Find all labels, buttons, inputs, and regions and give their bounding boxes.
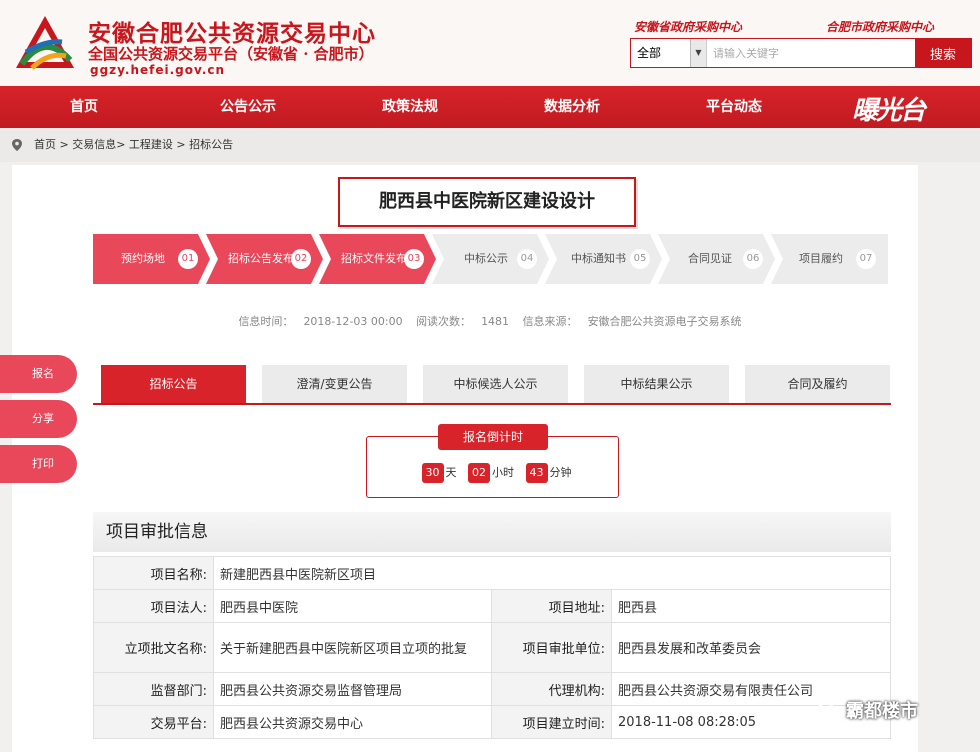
step-item: 中标公示 04 [432,234,549,284]
step-item: 合同见证 06 [658,234,775,284]
main-nav: 首页 公告公示 政策法规 数据分析 平台动态 曝光台 [0,86,980,128]
approval-doc-value: 关于新建肥西县中医院新区项目立项的批复 [213,622,492,673]
site-header: 安徽合肥公共资源交易中心 全国公共资源交易平台（安徽省 · 合肥市） ggzy.… [0,0,980,86]
table-row: 立项批文名称: 关于新建肥西县中医院新区项目立项的批复 项目审批单位: 肥西县发… [93,622,891,673]
step-number: 07 [856,249,876,269]
approval-unit-label: 项目审批单位: [491,622,612,673]
supervisor-value: 肥西县公共资源交易监督管理局 [213,672,492,706]
meta-source-value: 安徽合肥公共资源电子交易系统 [587,315,742,328]
search-category-value: 全部 [637,46,662,60]
step-number: 06 [743,249,763,269]
step-item: 招标文件发布 03 [319,234,436,284]
approval-unit-value: 肥西县发展和改革委员会 [611,622,891,673]
address-label: 项目地址: [491,589,612,623]
step-label: 预约场地 [121,252,165,265]
nav-item-exposure[interactable]: 曝光台 [852,90,926,127]
breadcrumb: 首页 > 交易信息> 工程建设 > 招标公告 [0,128,980,162]
step-item: 项目履约 07 [771,234,888,284]
site-url: ggzy.hefei.gov.cn [90,63,226,77]
nav-item-announcements[interactable]: 公告公示 [188,86,308,128]
meta-time-label: 信息时间： [238,315,294,328]
site-logo-icon[interactable] [12,12,78,74]
search-bar: 全部 ▼ 搜索 [630,38,972,68]
step-number: 03 [404,249,424,269]
nav-item-platform-news[interactable]: 平台动态 [674,86,794,128]
step-label: 项目履约 [799,252,843,265]
nav-item-data-analysis[interactable]: 数据分析 [512,86,632,128]
countdown-minutes: 43 [525,463,548,483]
table-row: 监督部门: 肥西县公共资源交易监督管理局 代理机构: 肥西县公共资源交易有限责任… [93,672,891,706]
table-row: 项目名称: 新建肥西县中医院新区项目 [93,556,891,590]
wechat-icon [816,703,841,721]
address-value: 肥西县 [611,589,891,623]
tab-results[interactable]: 中标结果公示 [584,365,729,403]
platform-value: 肥西县公共资源交易中心 [213,705,492,739]
step-label: 中标公示 [464,252,508,265]
table-row: 交易平台: 肥西县公共资源交易中心 项目建立时间: 2018-11-08 08:… [93,705,891,739]
register-button[interactable]: 报名 [0,355,77,393]
legal-person-label: 项目法人: [93,589,214,623]
step-label: 招标文件发布 [341,252,407,265]
search-input[interactable] [713,39,913,67]
notice-tabs: 招标公告 澄清/变更公告 中标候选人公示 中标结果公示 合同及履约 [93,365,891,405]
project-name-value: 新建肥西县中医院新区项目 [213,556,891,590]
nav-item-home[interactable]: 首页 [24,86,144,128]
step-label: 中标通知书 [571,252,626,265]
location-pin-icon [12,139,22,151]
share-button[interactable]: 分享 [0,400,77,438]
tab-candidates[interactable]: 中标候选人公示 [423,365,568,403]
section-title: 项目审批信息 [93,512,891,552]
created-time-label: 项目建立时间: [491,705,612,739]
link-city-procurement[interactable]: 合肥市政府采购中心 [826,18,934,35]
step-number: 02 [291,249,311,269]
countdown-days: 30 [421,463,444,483]
step-number: 05 [630,249,650,269]
breadcrumb-text[interactable]: 首页 > 交易信息> 工程建设 > 招标公告 [34,128,233,162]
meta-views-label: 阅读次数： [416,315,472,328]
link-province-procurement[interactable]: 安徽省政府采购中心 [634,18,742,35]
meta-views-value: 1481 [481,315,510,328]
project-name-label: 项目名称: [93,556,214,590]
tab-clarification[interactable]: 澄清/变更公告 [262,365,407,403]
page-title: 肥西县中医院新区建设设计 [338,177,636,227]
meta-source-label: 信息来源： [522,315,578,328]
tab-contract[interactable]: 合同及履约 [745,365,890,403]
meta-time-value: 2018-12-03 00:00 [303,315,403,328]
step-label: 招标公告发布 [228,252,294,265]
step-item: 预约场地 01 [93,234,210,284]
article-meta: 信息时间： 2018-12-03 00:00 阅读次数： 1481 信息来源： 安徽合… [0,313,980,329]
supervisor-label: 监督部门: [93,672,214,706]
agency-label: 代理机构: [491,672,612,706]
countdown-hours-unit: 小时 [492,466,514,479]
step-item: 招标公告发布 02 [206,234,323,284]
table-row: 项目法人: 肥西县中医院 项目地址: 肥西县 [93,589,891,623]
step-number: 01 [178,249,198,269]
print-button[interactable]: 打印 [0,445,77,483]
tab-tender-notice[interactable]: 招标公告 [101,365,246,403]
countdown-hours: 02 [468,463,490,483]
step-label: 合同见证 [688,252,732,265]
countdown-values: 30 天 02 小时 43 分钟 [366,463,619,483]
platform-label: 交易平台: [93,705,214,739]
countdown-days-unit: 天 [445,466,457,479]
search-category-select[interactable]: 全部 ▼ [631,39,707,67]
progress-steps: 预约场地 01 招标公告发布 02 招标文件发布 03 中标公示 04 中标通知… [93,234,888,284]
legal-person-value: 肥西县中医院 [213,589,492,623]
watermark: 霸都楼市 [816,697,918,723]
nav-item-policies[interactable]: 政策法规 [350,86,470,128]
project-info-table: 项目名称: 新建肥西县中医院新区项目 项目法人: 肥西县中医院 项目地址: 肥西… [93,556,891,739]
search-button[interactable]: 搜索 [915,39,971,67]
chevron-down-icon[interactable]: ▼ [690,39,706,67]
approval-doc-label: 立项批文名称: [93,622,214,673]
countdown-minutes-unit: 分钟 [549,466,572,479]
site-subtitle: 全国公共资源交易平台（安徽省 · 合肥市） [88,45,374,63]
step-item: 中标通知书 05 [545,234,662,284]
step-number: 04 [517,249,537,269]
watermark-text: 霸都楼市 [846,701,918,722]
countdown-title: 报名倒计时 [438,424,548,450]
